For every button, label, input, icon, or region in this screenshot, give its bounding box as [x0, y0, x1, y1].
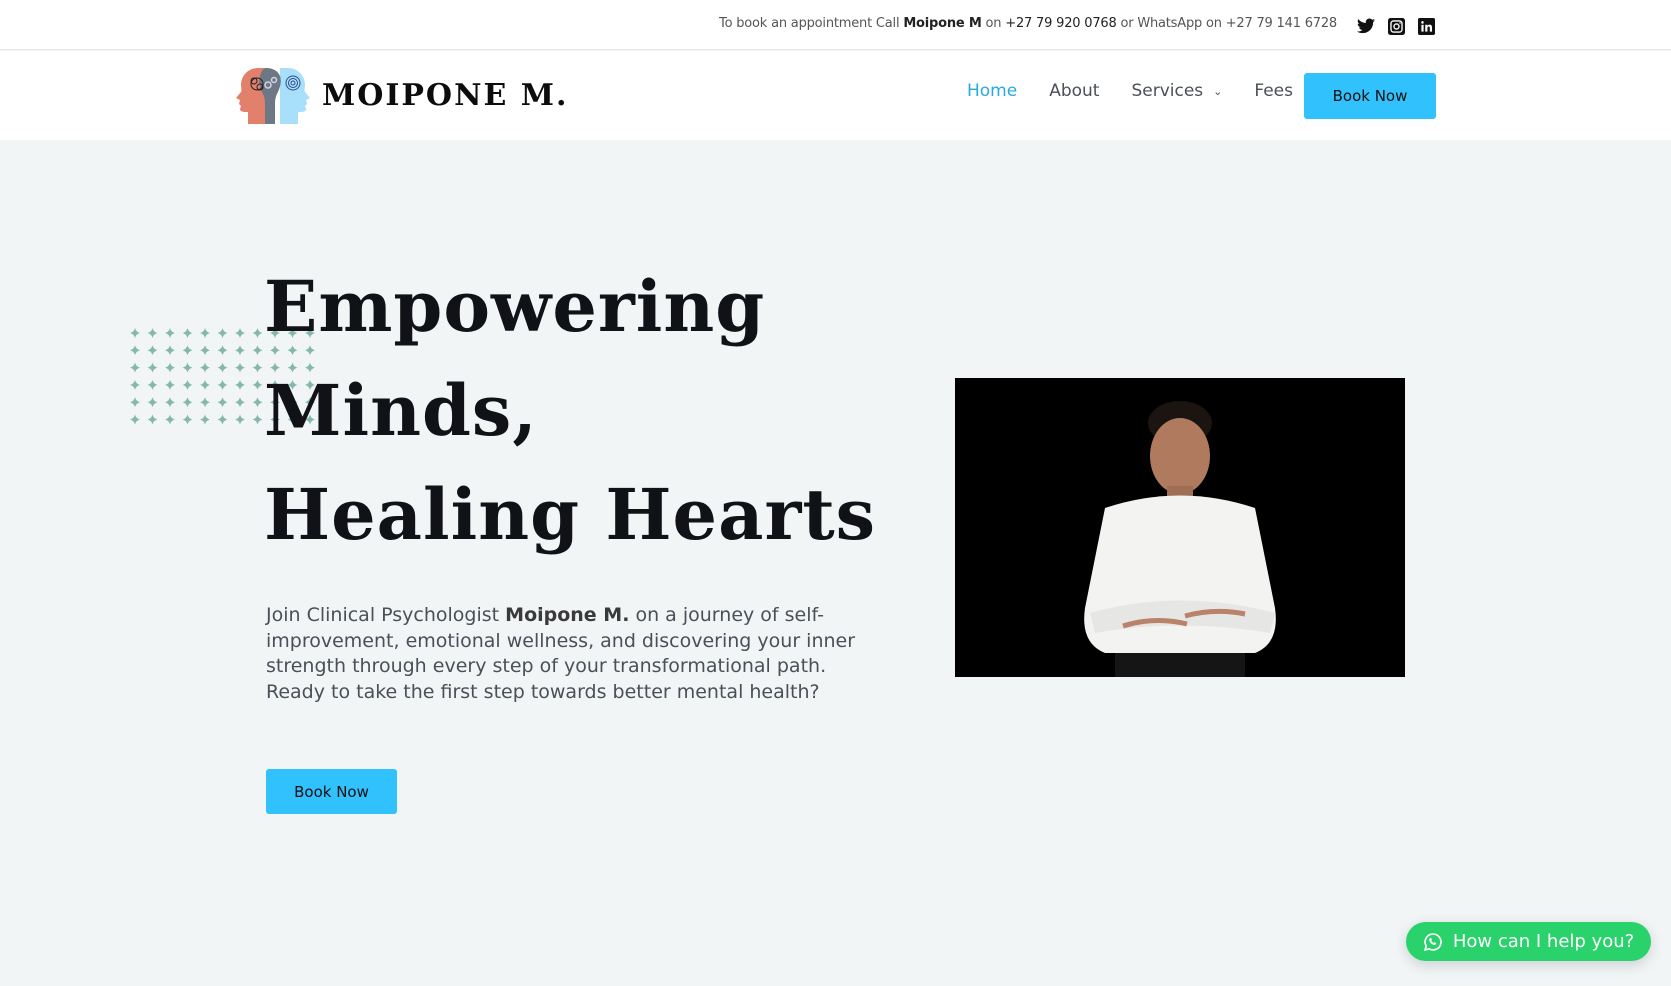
hero-heading: Empowering Minds, Healing Hearts: [264, 255, 876, 567]
hero-heading-line-2: Minds,: [264, 369, 538, 452]
decorative-dot: [130, 345, 140, 356]
decorative-dot: [130, 414, 140, 425]
decorative-dot: [235, 397, 245, 408]
decorative-dot: [130, 379, 140, 390]
whatsapp-icon: [1423, 932, 1442, 951]
decorative-dot: [200, 328, 210, 338]
chevron-down-icon: ⌄: [1213, 84, 1223, 98]
nav-fees[interactable]: Fees: [1254, 81, 1293, 101]
decorative-dot: [165, 379, 175, 390]
booking-prefix: To book an appointment Call: [719, 16, 904, 31]
nav-about-label: About: [1049, 81, 1100, 101]
hero-text-name: Moipone M.: [505, 604, 630, 626]
whatsapp-chat-button[interactable]: How can I help you?: [1406, 922, 1651, 961]
decorative-dot: [130, 362, 140, 373]
decorative-dot: [252, 379, 263, 390]
decorative-dot: [252, 328, 263, 338]
hero-heading-line-1: Empowering: [264, 265, 766, 348]
decorative-dot: [165, 414, 175, 425]
booking-or-whatsapp: or WhatsApp on: [1116, 16, 1226, 31]
decorative-dot: [200, 397, 210, 408]
decorative-dot: [200, 362, 210, 373]
booking-on: on: [981, 16, 1006, 31]
decorative-dot: [217, 362, 228, 373]
linkedin-icon[interactable]: [1417, 17, 1435, 35]
hero-heading-line-3: Healing Hearts: [264, 473, 877, 556]
decorative-dot: [165, 362, 175, 373]
social-links: [1357, 17, 1435, 35]
phone-number[interactable]: +27 79 920 0768: [1005, 16, 1116, 31]
psychologist-portrait: [955, 378, 1405, 677]
decorative-dot: [182, 328, 193, 338]
instagram-icon[interactable]: [1387, 17, 1405, 35]
decorative-dot: [217, 345, 228, 356]
decorative-dot: [165, 345, 175, 356]
hero-description: Join Clinical Psychologist Moipone M. on…: [266, 603, 856, 706]
booking-info: To book an appointment Call Moipone M on…: [719, 16, 1337, 31]
decorative-dot: [182, 414, 193, 425]
portrait-image: [955, 378, 1405, 677]
top-bar: To book an appointment Call Moipone M on…: [0, 0, 1671, 50]
decorative-dot: [182, 362, 193, 373]
header-book-now-button[interactable]: Book Now: [1304, 73, 1436, 119]
main-header: MOIPONE M. Home About Services ⌄ Fees Boo…: [0, 51, 1671, 140]
nav-about[interactable]: About: [1049, 81, 1099, 101]
decorative-dot: [217, 397, 228, 408]
decorative-dot: [147, 414, 158, 425]
decorative-dot: [235, 414, 245, 425]
decorative-dot: [147, 328, 158, 338]
nav-services-label: Services: [1131, 81, 1204, 101]
decorative-dot: [235, 345, 245, 356]
decorative-dot: [165, 328, 175, 338]
decorative-dot: [130, 328, 140, 338]
decorative-dot: [217, 379, 228, 390]
logo-text: MOIPONE M.: [322, 77, 569, 113]
decorative-dot: [200, 345, 210, 356]
decorative-dot: [182, 379, 193, 390]
hero-book-now-button[interactable]: Book Now: [266, 769, 397, 814]
logo-heads-icon: [236, 68, 310, 124]
decorative-dot: [147, 397, 158, 408]
nav-fees-label: Fees: [1254, 81, 1293, 101]
hero-text-before: Join Clinical Psychologist: [266, 604, 506, 626]
decorative-dot: [200, 414, 210, 425]
nav-services[interactable]: Services ⌄: [1131, 81, 1222, 101]
decorative-dot: [217, 414, 228, 425]
decorative-dot: [235, 328, 245, 338]
decorative-dot: [165, 397, 175, 408]
twitter-icon[interactable]: [1357, 17, 1375, 35]
whatsapp-number[interactable]: +27 79 141 6728: [1226, 16, 1337, 31]
decorative-dot: [147, 379, 158, 390]
decorative-dot: [147, 345, 158, 356]
nav-home-label: Home: [967, 81, 1018, 101]
decorative-dot: [200, 379, 210, 390]
decorative-dot: [147, 362, 158, 373]
decorative-dot: [182, 345, 193, 356]
whatsapp-label: How can I help you?: [1452, 931, 1635, 952]
booking-name: Moipone M: [903, 16, 982, 31]
decorative-dot: [182, 397, 193, 408]
decorative-dot: [252, 362, 263, 373]
decorative-dot: [235, 362, 245, 373]
decorative-dot: [252, 397, 263, 408]
logo[interactable]: MOIPONE M.: [236, 66, 568, 124]
decorative-dot: [252, 345, 263, 356]
main-nav: Home About Services ⌄ Fees: [967, 81, 1325, 101]
decorative-dot: [217, 328, 228, 338]
nav-home[interactable]: Home: [967, 81, 1017, 101]
decorative-dot: [252, 414, 263, 425]
decorative-dot: [130, 397, 140, 408]
decorative-dot: [235, 379, 245, 390]
